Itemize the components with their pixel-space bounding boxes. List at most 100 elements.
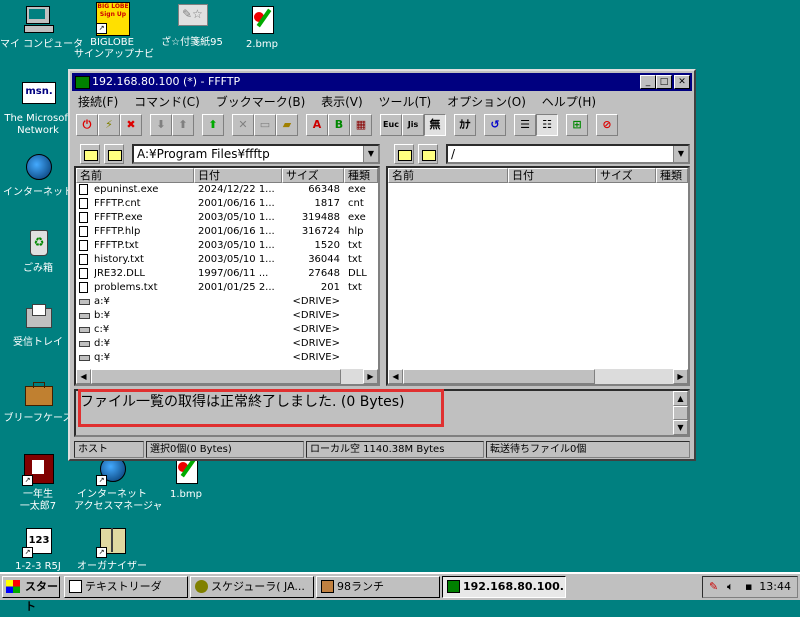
- remote-parent-folder-button[interactable]: [394, 144, 414, 164]
- sync-folder-icon[interactable]: ⊞: [566, 114, 588, 136]
- desktop-icon-2bmp[interactable]: 2.bmp: [224, 4, 300, 51]
- task-ffftp[interactable]: 192.168.80.100...: [442, 576, 566, 598]
- local-file-row[interactable]: FFFTP.exe 2003/05/10 1... 319488 exe: [76, 211, 378, 225]
- status-host: ホスト: [74, 441, 144, 458]
- menu-help[interactable]: ヘルプ(H): [542, 93, 596, 111]
- maximize-button[interactable]: □: [656, 75, 672, 89]
- local-col-name[interactable]: 名前: [76, 168, 194, 183]
- local-file-row[interactable]: epuninst.exe 2024/12/22 1... 66348 exe: [76, 183, 378, 197]
- abort-icon[interactable]: ⊘: [596, 114, 618, 136]
- binary-mode-icon[interactable]: B: [328, 114, 350, 136]
- local-file-row[interactable]: FFFTP.hlp 2001/06/16 1... 316724 hlp: [76, 225, 378, 239]
- remote-path-combobox[interactable]: / ▼: [446, 144, 690, 164]
- local-file-row[interactable]: history.txt 2003/05/10 1... 36044 txt: [76, 253, 378, 267]
- desktop-icon-1bmp[interactable]: 1.bmp: [148, 454, 224, 501]
- desktop-icon-msn[interactable]: msn. The Microsoft Network: [0, 78, 76, 137]
- desktop-icon-ichitaro[interactable]: ↗ 一年生 一太郎7: [0, 454, 76, 513]
- desktop-icon-internet-access-manager[interactable]: ↗ インターネット アクセスマネージャ: [74, 454, 163, 513]
- scroll-right-icon[interactable]: ▶: [673, 369, 688, 384]
- window-titlebar[interactable]: 192.168.80.100 (*) - FFFTP _ □ ✕: [72, 73, 692, 91]
- refresh-icon[interactable]: ↺: [484, 114, 506, 136]
- remote-file-list[interactable]: 名前 日付 サイズ 種類 ◀ ▶: [386, 166, 690, 386]
- start-button[interactable]: スタート: [2, 576, 60, 613]
- cell-type: txt: [348, 254, 362, 265]
- desktop-icon-my-computer[interactable]: マイ コンピュータ: [0, 4, 83, 51]
- local-open-folder-button[interactable]: [104, 144, 124, 164]
- menu-connect[interactable]: 接続(F): [78, 93, 118, 111]
- local-col-date[interactable]: 日付: [194, 168, 282, 183]
- mkdir-icon[interactable]: ▰: [276, 114, 298, 136]
- detail-view-icon[interactable]: ☷: [536, 114, 558, 136]
- local-file-row[interactable]: FFFTP.cnt 2001/06/16 1... 1817 cnt: [76, 197, 378, 211]
- euc-icon[interactable]: Euc: [380, 114, 402, 136]
- cell-size: 1817: [314, 198, 340, 209]
- scroll-left-icon[interactable]: ◀: [388, 369, 403, 384]
- no-convert-icon[interactable]: 無: [424, 114, 446, 136]
- scroll-down-icon[interactable]: ▼: [673, 420, 688, 435]
- desktop-icon-briefcase[interactable]: ブリーフケース: [0, 378, 76, 425]
- local-parent-folder-button[interactable]: [80, 144, 100, 164]
- download-icon[interactable]: ⬇: [150, 114, 172, 136]
- local-file-row[interactable]: problems.txt 2001/01/25 2... 201 txt: [76, 281, 378, 295]
- menu-bookmark[interactable]: ブックマーク(B): [216, 93, 306, 111]
- scroll-thumb[interactable]: [403, 369, 595, 384]
- menu-command[interactable]: コマンド(C): [134, 93, 200, 111]
- jis-icon[interactable]: Jis: [402, 114, 424, 136]
- remote-col-size[interactable]: サイズ: [596, 168, 656, 183]
- clock[interactable]: 13:44: [759, 577, 791, 597]
- remote-col-type[interactable]: 種類: [656, 168, 688, 183]
- local-col-size[interactable]: サイズ: [282, 168, 344, 183]
- local-file-row[interactable]: JRE32.DLL 1997/06/11 ... 27648 DLL: [76, 267, 378, 281]
- local-file-row[interactable]: c:¥ <DRIVE>: [76, 323, 378, 337]
- local-file-row[interactable]: d:¥ <DRIVE>: [76, 337, 378, 351]
- remote-open-folder-button[interactable]: [418, 144, 438, 164]
- local-path-combobox[interactable]: A:¥Program Files¥ffftp ▼: [132, 144, 380, 164]
- scroll-right-icon[interactable]: ▶: [363, 369, 378, 384]
- mirror-upload-icon[interactable]: ⬆: [202, 114, 224, 136]
- speaker-icon[interactable]: 🔈︎: [727, 577, 734, 597]
- ascii-mode-icon[interactable]: A: [306, 114, 328, 136]
- task-text-reader[interactable]: テキストリーダ: [64, 576, 188, 598]
- kana-convert-icon[interactable]: ｶﾅ: [454, 114, 476, 136]
- menu-view[interactable]: 表示(V): [321, 93, 363, 111]
- local-file-row[interactable]: b:¥ <DRIVE>: [76, 309, 378, 323]
- desktop-icon-sticky-notes[interactable]: ✎☆ ざ☆付箋紙95: [154, 2, 230, 49]
- desktop-icon-biglobe[interactable]: BIG LOBE Sign Up ↗ BIGLOBE サインアップナビ: [74, 2, 154, 61]
- close-button[interactable]: ✕: [674, 75, 690, 89]
- pen-icon[interactable]: ✎: [709, 577, 718, 597]
- desktop-icon-recycle-bin[interactable]: ♻ ごみ箱: [0, 228, 76, 275]
- remote-col-name[interactable]: 名前: [388, 168, 508, 183]
- scroll-thumb[interactable]: [673, 406, 688, 420]
- local-col-type[interactable]: 種類: [344, 168, 378, 183]
- local-file-list[interactable]: 名前 日付 サイズ 種類 epuninst.exe 2024/12/22 1...…: [74, 166, 380, 386]
- quick-connect-icon[interactable]: ⚡: [98, 114, 120, 136]
- chevron-down-icon[interactable]: ▼: [673, 146, 688, 162]
- scroll-up-icon[interactable]: ▲: [673, 391, 688, 406]
- disconnect-icon[interactable]: ✖: [120, 114, 142, 136]
- desktop-icon-organizer[interactable]: ↗ オーガナイザー: [74, 526, 150, 573]
- scroll-thumb[interactable]: [91, 369, 341, 384]
- local-file-row[interactable]: q:¥ <DRIVE>: [76, 351, 378, 365]
- desktop-icon-inbox[interactable]: 受信トレイ: [0, 302, 76, 349]
- local-hscrollbar[interactable]: ◀ ▶: [76, 369, 378, 384]
- desktop-icon-internet[interactable]: インターネット: [0, 152, 76, 199]
- rename-icon[interactable]: ▭: [254, 114, 276, 136]
- scroll-left-icon[interactable]: ◀: [76, 369, 91, 384]
- task-98-launch[interactable]: 98ランチ: [316, 576, 440, 598]
- minimize-button[interactable]: _: [640, 75, 656, 89]
- chevron-down-icon[interactable]: ▼: [363, 146, 378, 162]
- menu-tools[interactable]: ツール(T): [379, 93, 432, 111]
- auto-mode-icon[interactable]: ▦: [350, 114, 372, 136]
- remote-hscrollbar[interactable]: ◀ ▶: [388, 369, 688, 384]
- connect-icon[interactable]: ⏻: [76, 114, 98, 136]
- local-file-row[interactable]: FFFTP.txt 2003/05/10 1... 1520 txt: [76, 239, 378, 253]
- menu-options[interactable]: オプション(O): [447, 93, 526, 111]
- list-view-icon[interactable]: ☰: [514, 114, 536, 136]
- desktop-icon-lotus-123[interactable]: 123 ↗ 1-2-3 R5J: [0, 526, 76, 573]
- remote-col-date[interactable]: 日付: [508, 168, 596, 183]
- local-file-row[interactable]: a:¥ <DRIVE>: [76, 295, 378, 309]
- task-scheduler[interactable]: スケジューラ( JA...: [190, 576, 314, 598]
- upload-icon[interactable]: ⬆: [172, 114, 194, 136]
- network-icon[interactable]: ▪: [745, 577, 752, 597]
- delete-icon[interactable]: ✕: [232, 114, 254, 136]
